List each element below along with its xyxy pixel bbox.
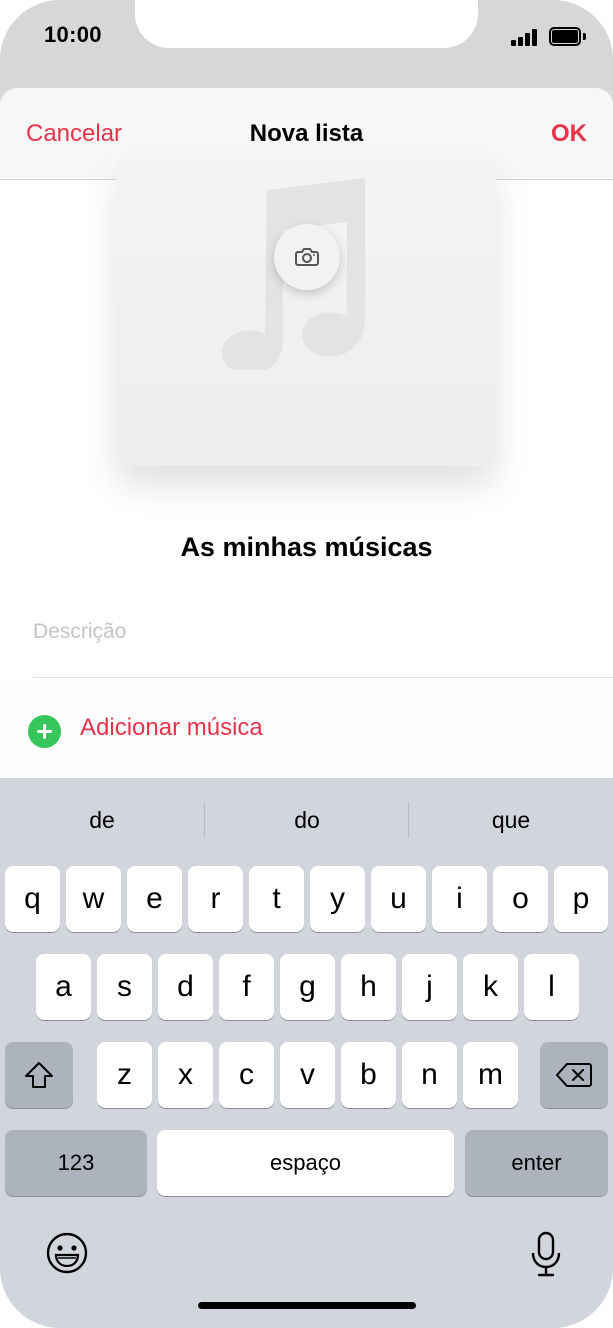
key-o[interactable]: o [493, 866, 548, 932]
key-r[interactable]: r [188, 866, 243, 932]
key-d[interactable]: d [158, 954, 213, 1020]
key-s[interactable]: s [97, 954, 152, 1020]
notch [135, 0, 478, 48]
key-z[interactable]: z [97, 1042, 152, 1108]
page-title: Nova lista [249, 120, 364, 147]
key-x[interactable]: x [158, 1042, 213, 1108]
status-bar: 10:00 [0, 0, 613, 90]
microphone-icon[interactable] [529, 1231, 563, 1279]
shift-icon [25, 1062, 53, 1088]
key-a[interactable]: a [36, 954, 91, 1020]
description-field[interactable]: Descrição [33, 620, 126, 644]
divider [33, 677, 613, 678]
emoji-icon[interactable] [45, 1231, 89, 1275]
shift-key[interactable] [5, 1042, 73, 1108]
camera-button[interactable] [274, 224, 340, 290]
key-e[interactable]: e [127, 866, 182, 932]
suggestion-bar: de do que [0, 798, 613, 842]
key-c[interactable]: c [219, 1042, 274, 1108]
key-j[interactable]: j [402, 954, 457, 1020]
key-t[interactable]: t [249, 866, 304, 932]
status-time: 10:00 [44, 22, 102, 47]
suggestion-item[interactable]: de [0, 798, 204, 842]
ok-button[interactable]: OK [551, 120, 587, 148]
key-b[interactable]: b [341, 1042, 396, 1108]
key-v[interactable]: v [280, 1042, 335, 1108]
add-music-row[interactable]: Adicionar música [0, 684, 613, 778]
key-u[interactable]: u [371, 866, 426, 932]
suggestion-item[interactable]: que [409, 798, 613, 842]
enter-key[interactable]: enter [465, 1130, 608, 1196]
key-g[interactable]: g [280, 954, 335, 1020]
playlist-artwork[interactable] [117, 160, 496, 466]
plus-circle-icon [28, 715, 61, 748]
suggestion-item[interactable]: do [205, 798, 409, 842]
phone-screen: 10:00 Cancelar Nova lista OK As minhas m… [0, 0, 613, 1328]
key-i[interactable]: i [432, 866, 487, 932]
camera-icon [295, 248, 319, 266]
cellular-signal-icon [511, 28, 541, 46]
key-f[interactable]: f [219, 954, 274, 1020]
add-music-label: Adicionar música [80, 714, 263, 741]
key-y[interactable]: y [310, 866, 365, 932]
home-indicator[interactable] [198, 1302, 416, 1309]
numbers-key[interactable]: 123 [5, 1130, 147, 1196]
delete-key[interactable] [540, 1042, 608, 1108]
playlist-name-field[interactable]: As minhas músicas [0, 532, 613, 563]
key-m[interactable]: m [463, 1042, 518, 1108]
battery-icon [549, 27, 587, 46]
key-n[interactable]: n [402, 1042, 457, 1108]
key-k[interactable]: k [463, 954, 518, 1020]
key-p[interactable]: p [554, 866, 608, 932]
key-h[interactable]: h [341, 954, 396, 1020]
key-w[interactable]: w [66, 866, 121, 932]
backspace-icon [556, 1063, 592, 1087]
space-key[interactable]: espaço [157, 1130, 454, 1196]
key-q[interactable]: q [5, 866, 60, 932]
keyboard: de do que q w e r t y u i o p a s d f g … [0, 778, 613, 1328]
key-l[interactable]: l [524, 954, 579, 1020]
